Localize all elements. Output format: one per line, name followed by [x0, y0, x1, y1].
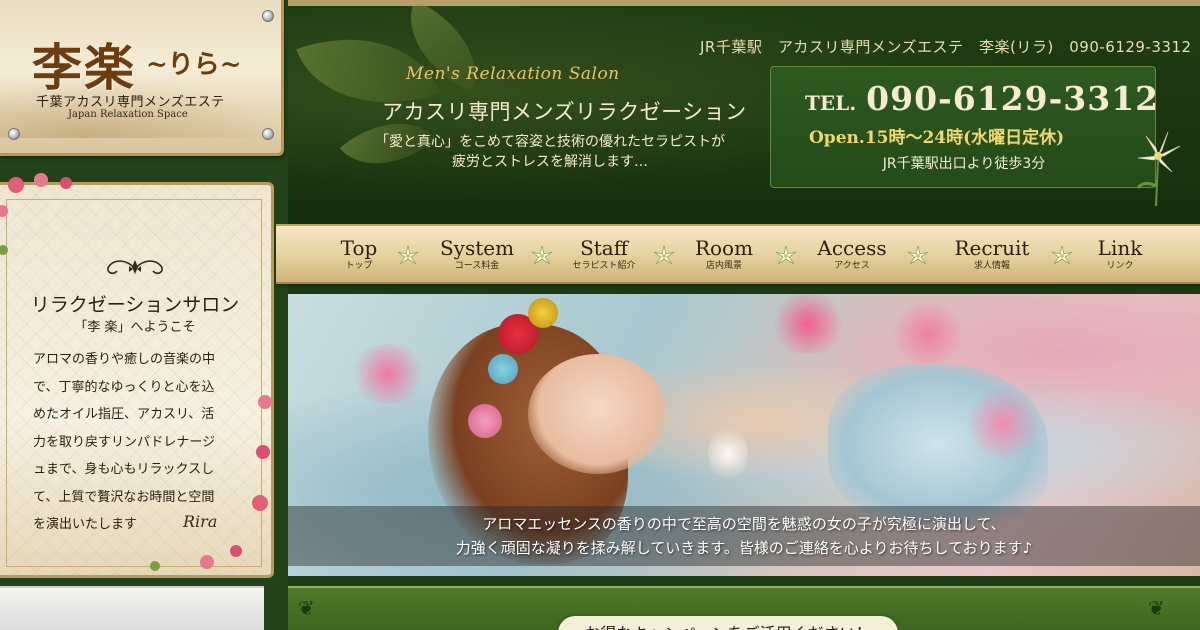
nav-label-en: Room — [694, 236, 754, 260]
scroll-ornament-icon — [95, 254, 175, 284]
lily-flower-icon — [653, 245, 675, 265]
access-info: JR千葉駅出口より徒歩3分 — [882, 156, 1046, 172]
campaign-banner[interactable]: お得なキャンペーンをご活用ください！ — [558, 616, 898, 630]
flower-icon — [968, 384, 1038, 464]
rose-icon — [34, 173, 48, 187]
nav-label-en: System — [439, 236, 515, 260]
flower-crown-icon — [528, 298, 558, 328]
nav-label-jp: セラピスト紹介 — [572, 261, 636, 271]
nav-item-staff[interactable]: Staff セラピスト紹介 — [566, 236, 642, 272]
site-logo[interactable]: 李楽 ~りら~ 千葉アカスリ専門メンズエステ Japan Relaxation … — [0, 0, 284, 156]
nav-item-access[interactable]: Access アクセス — [814, 236, 890, 272]
salon-title: アカスリ専門メンズリラクゼーション — [382, 100, 747, 124]
sidebar-photo-banner[interactable] — [0, 586, 264, 630]
lily-flower-icon — [531, 245, 553, 265]
rose-icon — [8, 177, 24, 193]
contact-box[interactable]: TEL. 090-6129-3312 Open.15時～24時(水曜日定休) JR… — [770, 66, 1159, 188]
nav-label-en: Top — [340, 236, 378, 260]
welcome-inner-frame: リラクゼーションサロン 「李 楽」へようこそ アロマの香りや癒しの音楽の中 で、… — [6, 199, 262, 567]
tel-line[interactable]: TEL. 090-6129-3312 — [805, 79, 1159, 118]
salon-script-title: Men's Relaxation Salon — [406, 64, 620, 84]
nav-item-recruit[interactable]: Recruit 求人情報 — [950, 236, 1034, 272]
welcome-body-text: アロマの香りや癒しの音楽の中 で、丁寧的なゆっくりと心を込 めたオイル指圧、アカ… — [33, 352, 216, 532]
campaign-section: ❦ ❦ お得なキャンペーンをご活用ください！ — [288, 586, 1200, 630]
nav-label-jp: アクセス — [834, 261, 870, 271]
hero-face-shape — [528, 354, 668, 474]
nav-item-room[interactable]: Room 店内風景 — [692, 236, 756, 272]
rose-icon — [60, 177, 72, 189]
screw-icon — [8, 128, 20, 140]
main-nav: Top トップ System コース料金 Staff セラピスト紹介 Room … — [276, 224, 1200, 284]
left-sidebar: 李楽 ~りら~ 千葉アカスリ専門メンズエステ Japan Relaxation … — [0, 0, 288, 630]
nav-label-jp: コース料金 — [454, 261, 500, 271]
header-top-info: JR千葉駅 アカスリ専門メンズエステ 李楽(リラ) 090-6129-3312 — [700, 38, 1192, 56]
signature: Rira — [183, 512, 218, 531]
nav-label-jp: 求人情報 — [973, 261, 1010, 271]
nav-label-jp: トップ — [345, 261, 373, 271]
lily-flower-icon — [907, 245, 929, 265]
welcome-title: リラクゼーションサロン — [30, 294, 240, 316]
nav-label-jp: リンク — [1106, 261, 1134, 271]
rose-icon — [258, 395, 272, 409]
welcome-panel: リラクゼーションサロン 「李 楽」へようこそ アロマの香りや癒しの音楽の中 で、… — [0, 173, 274, 578]
logo-main-text: 李楽 — [32, 38, 136, 97]
flower-icon — [768, 294, 848, 354]
ornament-left-icon: ❦ — [298, 596, 315, 620]
phone-number[interactable]: 090-6129-3312 — [866, 79, 1159, 118]
hero-image: アロマエッセンスの香りの中で至高の空間を魅惑の女の子が究極に演出して、 力強く頑… — [288, 294, 1200, 576]
rose-icon — [252, 495, 268, 511]
campaign-text: お得なキャンペーンをご活用ください！ — [558, 620, 898, 630]
screw-icon — [262, 128, 274, 140]
flower-crown-icon — [468, 404, 502, 438]
flower-icon — [888, 304, 968, 364]
flower-crown-icon — [488, 354, 518, 384]
lily-flower-icon — [397, 245, 419, 265]
nav-label-en: Access — [817, 236, 887, 260]
ornament-right-icon: ❦ — [1148, 596, 1165, 620]
nav-item-system[interactable]: System コース料金 — [436, 236, 518, 272]
logo-tagline-en: Japan Relaxation Space — [68, 109, 188, 120]
nav-label-en: Recruit — [954, 236, 1030, 260]
leaf-icon — [150, 561, 160, 571]
lily-flower-icon — [1136, 131, 1181, 206]
tel-label: TEL. — [805, 91, 857, 115]
screw-icon — [262, 10, 274, 22]
salon-description: 「愛と真心」をこめて容姿と技術の優れたセラピストが 疲労とストレスを解消します… — [375, 134, 725, 170]
rose-icon — [200, 555, 214, 569]
logo-sub-text: ~りら~ — [146, 50, 242, 80]
hero-caption: アロマエッセンスの香りの中で至高の空間を魅惑の女の子が究極に演出して、 力強く頑… — [455, 515, 1033, 557]
nav-label-en: Staff — [580, 236, 628, 260]
welcome-subtitle: 「李 楽」へようこそ — [74, 320, 196, 335]
pearl-necklace-icon — [708, 424, 748, 484]
hero-caption-bar: アロマエッセンスの香りの中で至高の空間を魅惑の女の子が究極に演出して、 力強く頑… — [288, 506, 1200, 566]
rose-icon — [256, 445, 270, 459]
lily-flower-icon — [775, 245, 797, 265]
nav-label-jp: 店内風景 — [705, 261, 742, 271]
nav-item-top[interactable]: Top トップ — [334, 236, 384, 272]
flower-icon — [348, 344, 428, 404]
site-header: JR千葉駅 アカスリ専門メンズエステ 李楽(リラ) 090-6129-3312 … — [288, 0, 1200, 224]
nav-item-link[interactable]: Link リンク — [1092, 236, 1148, 272]
lily-flower-icon — [1051, 245, 1073, 265]
rose-icon — [230, 545, 242, 557]
nav-label-en: Link — [1097, 236, 1143, 260]
logo-tagline: 千葉アカスリ専門メンズエステ — [36, 95, 225, 110]
opening-hours: Open.15時～24時(水曜日定休) — [809, 128, 1065, 148]
